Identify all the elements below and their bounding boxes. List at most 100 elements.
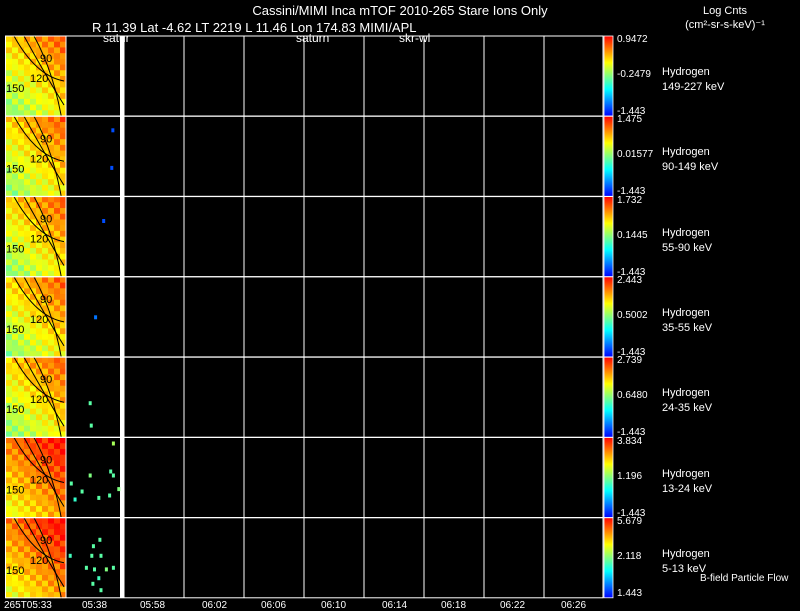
flux-point (91, 544, 95, 549)
image-pixel (24, 144, 31, 151)
image-pixel (30, 179, 37, 186)
image-pixel (36, 574, 43, 582)
image-pixel (54, 41, 61, 48)
image-pixel (24, 248, 31, 255)
image-pixel (48, 443, 55, 450)
image-pixel (18, 305, 25, 312)
flux-point (111, 441, 115, 446)
image-pixel (54, 208, 61, 215)
image-pixel (18, 294, 25, 301)
data-gap-bar (120, 437, 124, 518)
image-pixel (24, 104, 31, 111)
image-pixel (42, 36, 49, 43)
image-pixel (60, 471, 67, 478)
image-pixel (30, 431, 37, 438)
image-pixel (18, 259, 25, 266)
image-pixel (18, 70, 25, 77)
image-pixel (6, 219, 13, 226)
image-pixel (6, 230, 13, 237)
image-pixel (30, 328, 37, 335)
image-pixel (18, 311, 25, 318)
image-pixel (12, 208, 19, 215)
image-pixel (6, 294, 13, 301)
flux-point (104, 567, 108, 572)
image-pixel (60, 334, 67, 341)
image-pixel (48, 523, 55, 530)
image-pixel (6, 184, 13, 191)
image-pixel (24, 500, 31, 507)
image-pixel (54, 443, 61, 450)
image-pixel (24, 431, 31, 438)
flux-point (69, 481, 73, 486)
image-pixel (60, 242, 67, 249)
image-pixel (60, 517, 67, 524)
image-pixel (60, 127, 67, 134)
image-pixel (54, 259, 61, 266)
image-pixel (48, 425, 55, 432)
image-pixel (12, 98, 19, 105)
image-pixel (6, 517, 13, 524)
image-pixel (12, 110, 19, 117)
image-pixel (6, 53, 13, 60)
image-pixel (18, 36, 25, 43)
image-pixel (12, 213, 19, 220)
image-pixel (6, 156, 13, 163)
image-pixel (36, 420, 43, 427)
data-gap-bar (120, 196, 124, 277)
image-pixel (42, 494, 49, 501)
image-pixel (30, 362, 37, 370)
image-pixel (12, 345, 19, 352)
image-pixel (42, 334, 49, 341)
image-pixel (12, 552, 19, 559)
colorbar-max-label: 0.9472 (617, 34, 648, 45)
image-pixel (24, 139, 31, 146)
image-pixel (48, 574, 55, 582)
image-pixel (12, 385, 19, 392)
image-pixel (36, 511, 43, 518)
contour-label: 150 (6, 485, 24, 497)
image-pixel (36, 494, 43, 501)
image-pixel (54, 380, 61, 387)
image-pixel (36, 351, 43, 358)
image-pixel (54, 190, 61, 197)
image-pixel (6, 368, 13, 375)
image-pixel (12, 230, 19, 237)
image-pixel (30, 380, 37, 387)
image-pixel (36, 586, 43, 593)
species-label: Hydrogen (662, 387, 710, 400)
image-pixel (48, 362, 55, 370)
image-pixel (60, 81, 67, 88)
image-pixel (18, 374, 25, 381)
image-pixel (42, 443, 49, 450)
image-pixel (54, 466, 61, 473)
image-pixel (6, 150, 13, 157)
image-pixel (60, 139, 67, 146)
image-pixel (24, 305, 31, 312)
image-pixel (12, 477, 19, 484)
image-pixel (24, 580, 31, 587)
image-pixel (42, 184, 49, 191)
image-pixel (18, 190, 25, 197)
image-pixel (54, 592, 61, 599)
image-pixel (48, 282, 55, 289)
image-pixel (24, 488, 31, 496)
image-pixel (30, 586, 37, 593)
species-label: Hydrogen (662, 547, 710, 560)
colorbar (603, 35, 614, 117)
image-pixel (12, 184, 19, 191)
image-pixel (12, 420, 19, 427)
image-pixel (54, 523, 61, 530)
image-pixel (36, 500, 43, 507)
image-pixel (48, 345, 55, 352)
time-tick-label: 265T05:33 (4, 600, 52, 611)
image-pixel (60, 328, 67, 335)
image-pixel (12, 540, 19, 547)
image-pixel (60, 523, 67, 530)
flux-point (88, 401, 92, 406)
image-pixel (42, 122, 49, 129)
image-pixel (48, 259, 55, 266)
flux-point (117, 487, 121, 492)
image-pixel (18, 184, 25, 191)
image-pixel (42, 437, 49, 444)
image-pixel (30, 98, 37, 105)
